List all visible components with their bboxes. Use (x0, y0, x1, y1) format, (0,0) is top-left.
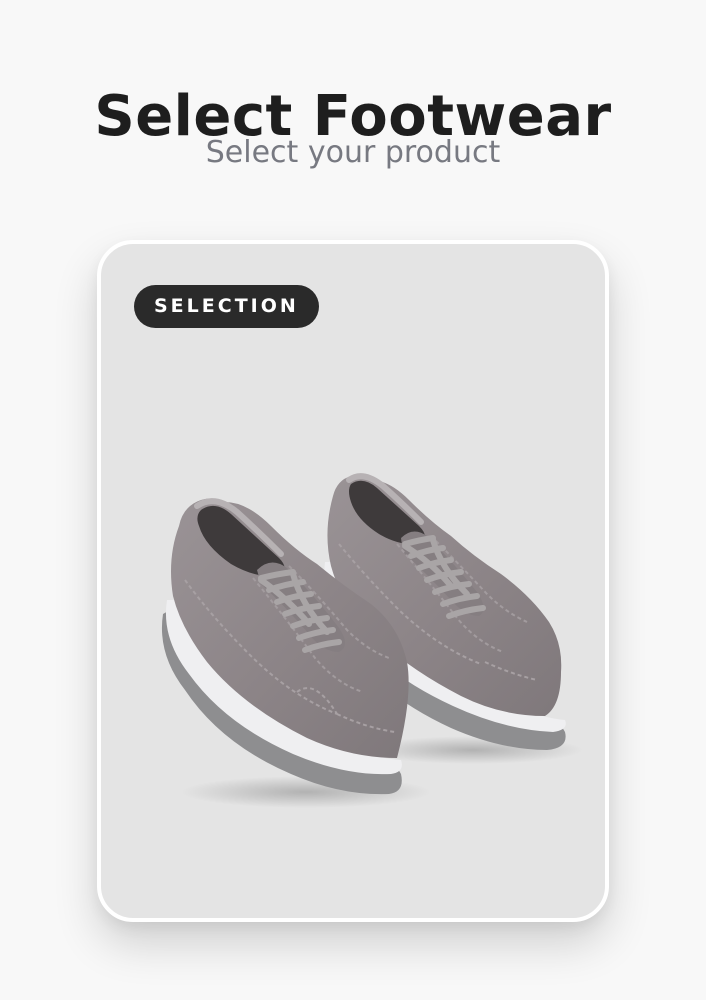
product-card[interactable]: SELECTION (97, 240, 609, 922)
page-subtitle: Select your product (205, 135, 501, 170)
sneakers-image (161, 473, 583, 808)
